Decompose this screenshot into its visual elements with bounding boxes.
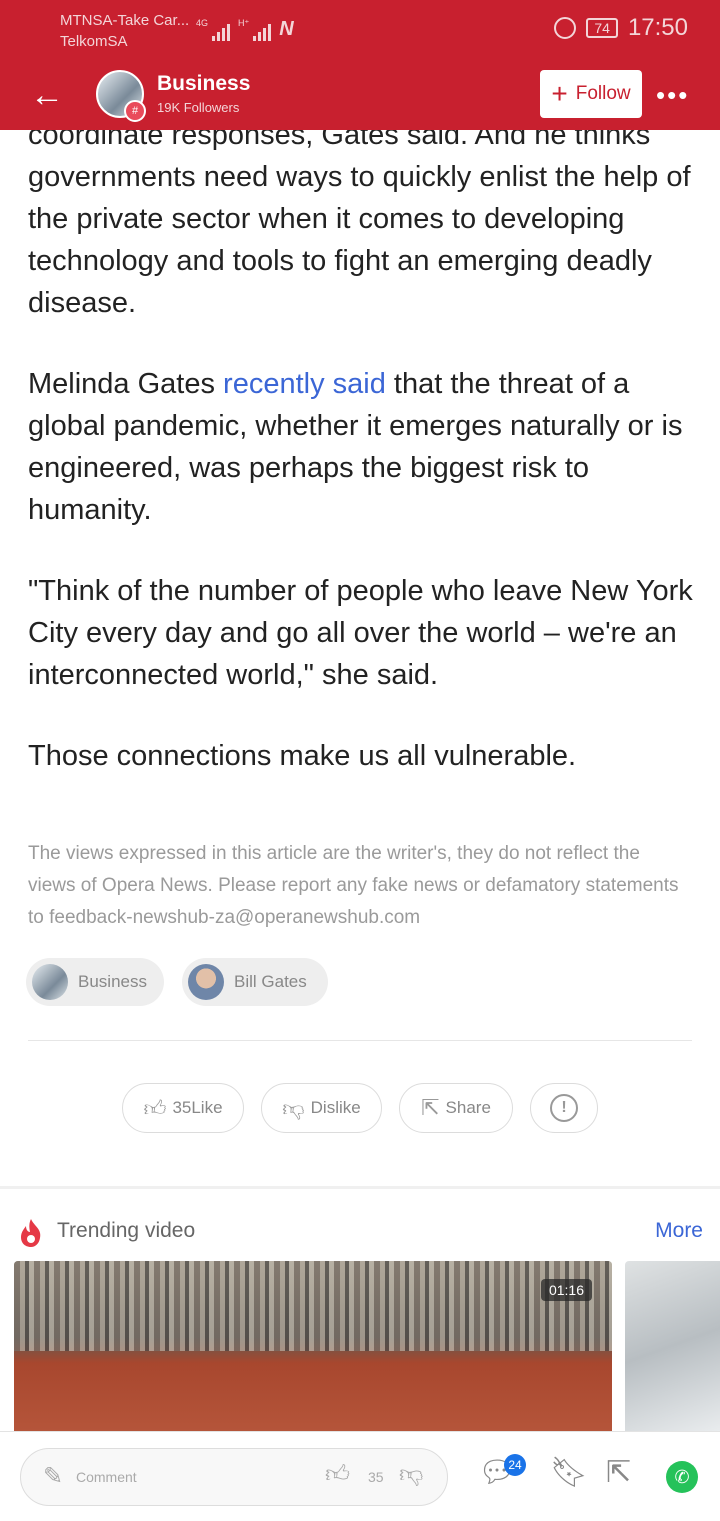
comment-placeholder: Comment bbox=[76, 1469, 137, 1485]
channel-followers: 19K Followers bbox=[157, 100, 240, 115]
like-button[interactable]: 👍︎ 35Like bbox=[122, 1083, 244, 1133]
network-type-2: H⁺ bbox=[238, 18, 250, 28]
article-paragraph: "Think of the number of people who leave… bbox=[28, 575, 693, 691]
clock: 17:50 bbox=[627, 14, 688, 41]
thumbs-down-icon: 👎︎ bbox=[282, 1095, 305, 1121]
business-avatar bbox=[32, 964, 68, 1000]
share-icon: ⇱ bbox=[421, 1095, 440, 1120]
section-separator bbox=[0, 1186, 720, 1189]
network-type-1: 4G bbox=[196, 18, 209, 28]
disclaimer: The views expressed in this article are … bbox=[28, 843, 679, 928]
alarm-icon bbox=[554, 17, 577, 39]
article-paragraph: Those connections make us all vulnerable… bbox=[28, 740, 577, 772]
thumbs-up-icon[interactable]: 👍︎ bbox=[325, 1461, 350, 1489]
status-right: 74 17:50 bbox=[554, 14, 688, 42]
pencil-icon: ✎ bbox=[43, 1463, 64, 1490]
plus-icon: + bbox=[551, 78, 568, 109]
share-button[interactable]: ⇱ Share bbox=[399, 1083, 513, 1133]
carrier-name-1: MTNSA-Take Car... bbox=[60, 12, 190, 29]
divider bbox=[28, 1040, 692, 1041]
comment-input[interactable]: ✎ Comment 👍︎ 35 👎︎ bbox=[20, 1448, 448, 1506]
hashtag-badge-icon: # bbox=[124, 100, 146, 122]
whatsapp-icon[interactable]: ✆ bbox=[666, 1461, 698, 1493]
flame-icon bbox=[21, 1219, 41, 1247]
video-crowd-image bbox=[14, 1261, 612, 1351]
battery-icon: 74 bbox=[586, 18, 618, 38]
trending-video-thumbnail-2[interactable] bbox=[625, 1261, 720, 1431]
article-paragraph: coordinate responses, Gates said. And he… bbox=[28, 119, 691, 319]
report-button[interactable]: ! bbox=[530, 1083, 598, 1133]
share-icon[interactable]: ⇱ bbox=[606, 1456, 631, 1490]
channel-nav: ← # Business 19K Followers + Follow ••• bbox=[0, 66, 720, 126]
bottom-bar: ✎ Comment 👍︎ 35 👎︎ 💬︎ 24 🔖︎ ⇱ ✆ bbox=[0, 1431, 720, 1521]
dislike-button[interactable]: 👎︎ Dislike bbox=[261, 1083, 382, 1133]
signal-icons: 4G H⁺ N bbox=[196, 18, 294, 41]
follow-label: Follow bbox=[575, 83, 631, 104]
bookmark-icon[interactable]: 🔖︎ bbox=[550, 1456, 588, 1490]
article-body: coordinate responses, Gates said. And he… bbox=[28, 114, 698, 816]
more-options-icon[interactable]: ••• bbox=[656, 80, 689, 111]
follow-button[interactable]: + Follow bbox=[540, 70, 642, 118]
article-paragraph: Melinda Gates recently said that the thr… bbox=[28, 368, 683, 526]
channel-name[interactable]: Business bbox=[157, 72, 250, 96]
report-icon: ! bbox=[550, 1094, 578, 1122]
trending-more-link[interactable]: More bbox=[655, 1219, 703, 1243]
comments-count-badge: 24 bbox=[504, 1454, 526, 1476]
bill-gates-avatar bbox=[188, 964, 224, 1000]
nfc-icon: N bbox=[279, 18, 294, 40]
app-header: MTNSA-Take Car... TelkomSA 4G H⁺ N 74 17… bbox=[0, 0, 720, 130]
like-count: 35 bbox=[368, 1469, 384, 1485]
trending-title: Trending video bbox=[57, 1219, 196, 1242]
tag-business[interactable]: Business bbox=[26, 958, 164, 1006]
status-carrier: MTNSA-Take Car... TelkomSA bbox=[60, 10, 189, 52]
trending-video-thumbnail[interactable]: 01:16 bbox=[14, 1261, 612, 1431]
tag-bill-gates[interactable]: Bill Gates bbox=[182, 958, 328, 1006]
thumbs-down-icon[interactable]: 👎︎ bbox=[399, 1461, 423, 1489]
thumbs-up-icon: 👍︎ bbox=[143, 1095, 167, 1121]
carrier-name-2: TelkomSA bbox=[60, 33, 128, 50]
back-arrow-icon[interactable]: ← bbox=[30, 78, 64, 112]
recently-said-link[interactable]: recently said bbox=[223, 368, 386, 400]
video-duration: 01:16 bbox=[540, 1279, 592, 1301]
